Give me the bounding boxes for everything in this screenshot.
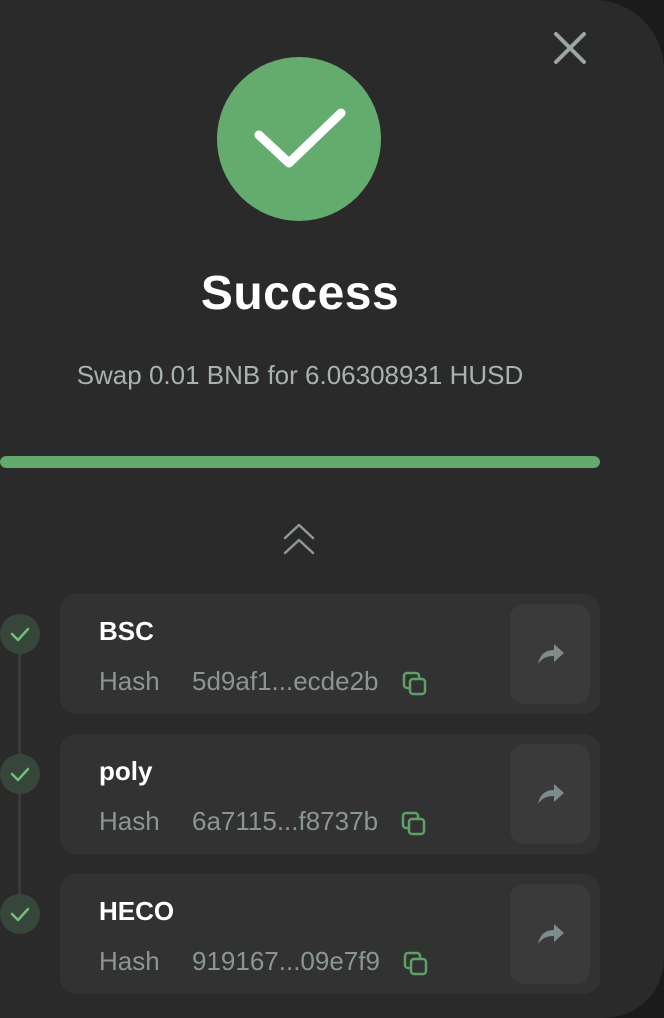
check-icon [254,108,346,168]
check-icon [10,627,30,642]
copy-icon[interactable] [401,670,429,698]
success-badge [217,57,381,221]
share-arrow-icon [538,644,564,664]
chain-name: poly [99,756,153,786]
check-icon [10,907,30,922]
hash-row: Hash 919167...09e7f9 [99,944,430,978]
dialog-title: Success [200,267,400,320]
swap-result-panel: Success Swap 0.01 BNB for 6.06308931 HUS… [0,0,664,1018]
progress-bar [0,456,600,468]
hash-label: Hash [99,665,160,696]
chain-name: BSC [99,616,154,646]
collapse-details-button[interactable] [277,518,321,562]
hash-label: Hash [99,805,160,836]
view-on-explorer-button[interactable] [510,744,590,844]
hash-row: Hash 5d9af1...ecde2b [99,664,429,698]
chevron-double-up-icon [283,523,315,555]
step-status-done [0,614,40,654]
step-status-done [0,894,40,934]
hash-value[interactable]: 919167...09e7f9 [192,946,380,977]
progress-fill [0,456,600,468]
chain-card-bsc: BSC Hash 5d9af1...ecde2b [60,594,600,714]
copy-icon[interactable] [400,810,428,838]
chain-card-heco: HECO Hash 919167...09e7f9 [60,874,600,994]
check-icon [10,767,30,782]
view-on-explorer-button[interactable] [510,604,590,704]
view-on-explorer-button[interactable] [510,884,590,984]
close-icon [554,32,586,64]
chain-name: HECO [99,896,175,926]
hash-value[interactable]: 6a7115...f8737b [192,806,378,837]
hash-value[interactable]: 5d9af1...ecde2b [192,666,379,697]
share-arrow-icon [538,924,564,944]
hash-row: Hash 6a7115...f8737b [99,804,428,838]
step-status-done [0,754,40,794]
close-button[interactable] [548,26,592,70]
hash-label: Hash [99,945,160,976]
copy-icon[interactable] [402,950,430,978]
chain-card-poly: poly Hash 6a7115...f8737b [60,734,600,854]
share-arrow-icon [538,784,564,804]
swap-summary: Swap 0.01 BNB for 6.06308931 HUSD [76,360,524,390]
